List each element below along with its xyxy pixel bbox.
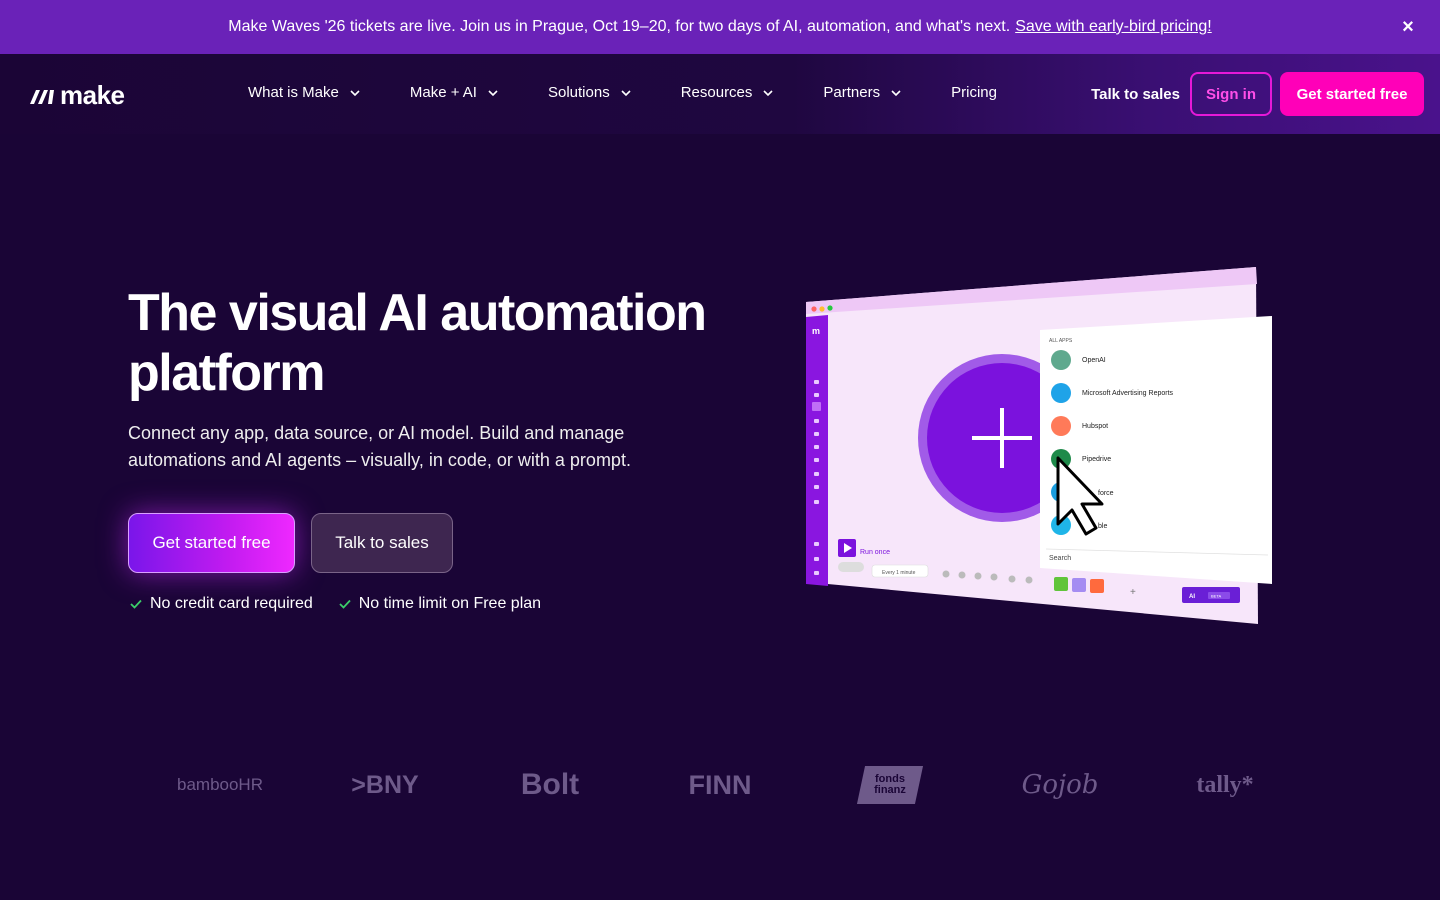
nav-item-label: Make + AI (409, 84, 477, 101)
app-name: Hubspot (1082, 423, 1108, 430)
get-started-nav-button[interactable]: Get started free (1280, 72, 1424, 116)
app-name: Microsoft Advertising Reports (1082, 390, 1174, 397)
nav-item-label: What is Make (248, 84, 339, 101)
nav-item-solutions[interactable]: Solutions (548, 84, 631, 101)
apps-panel (1040, 316, 1272, 584)
microsoft-advertising-icon (1051, 383, 1071, 403)
make-logo-icon (30, 89, 54, 104)
check-item: No credit card required (130, 595, 313, 613)
app-name: Pipedrive (1082, 456, 1111, 463)
window-dot-green (827, 305, 833, 311)
chevron-down-icon (763, 89, 773, 96)
nav-actions: Talk to sales Sign in Get started free (1091, 72, 1424, 116)
nav-menu: What is Make Make + AI Solutions Resourc… (248, 84, 1047, 101)
chevron-down-icon (891, 89, 901, 96)
banner-link[interactable]: Save with early-bird pricing! (1015, 18, 1212, 36)
make-logo[interactable]: make (30, 80, 125, 111)
talk-to-sales-link[interactable]: Talk to sales (1091, 86, 1180, 103)
nav-item-label: Solutions (547, 84, 610, 101)
nav-item-label: Pricing (951, 84, 997, 101)
check-item: No time limit on Free plan (339, 595, 541, 613)
svg-text:+: + (1130, 587, 1136, 598)
chevron-down-icon (350, 89, 360, 96)
openai-icon (1051, 350, 1071, 370)
check-label: No credit card required (150, 595, 313, 612)
nav-item-label: Partners (823, 84, 881, 101)
get-started-button[interactable]: Get started free (128, 513, 295, 573)
nav-item-label: Resources (680, 84, 753, 101)
announcement-banner: Make Waves '26 tickets are live. Join us… (0, 0, 1440, 54)
product-mockup: m Run once Every 1 minute + AI BETA ALL … (806, 267, 1272, 624)
bny-logo: > BNY (351, 770, 419, 799)
talk-to-sales-button[interactable]: Talk to sales (311, 513, 453, 573)
nav-item-partners[interactable]: Partners (823, 84, 901, 101)
app-name: force (1098, 490, 1114, 497)
hubspot-icon (1051, 416, 1071, 436)
hero-checks: No credit card required No time limit on… (130, 595, 567, 613)
nav-item-pricing[interactable]: Pricing (951, 84, 997, 101)
bolt-logo: Bolt (520, 768, 580, 801)
banner-text: Make Waves '26 tickets are live. Join us… (228, 18, 1011, 35)
bamboohr-logo: bambooHR (177, 775, 263, 794)
app-name: ble (1098, 523, 1107, 530)
search-label: Search (1049, 555, 1071, 562)
sign-in-button[interactable]: Sign in (1190, 72, 1272, 116)
svg-text:BETA: BETA (1211, 594, 1221, 599)
hero-subtitle: Connect any app, data source, or AI mode… (128, 423, 631, 470)
window-dot-yellow (819, 306, 825, 312)
bny-arrow-icon: > (351, 770, 366, 799)
logo-text: make (60, 80, 125, 110)
hero-title: The visual AI automation platform (128, 284, 707, 402)
apps-heading: ALL APPS (1049, 338, 1073, 344)
finn-logo: FINN (688, 769, 752, 800)
main-nav: make What is Make Make + AI Solutions Re… (0, 54, 1440, 134)
chevron-down-icon (488, 89, 498, 96)
app-name: OpenAI (1082, 357, 1106, 364)
checkmark-icon (130, 599, 142, 609)
tally-logo: tally* (1196, 771, 1254, 798)
fonds-finanz-logo: fonds finanz (855, 750, 925, 820)
run-once-label: Run once (860, 549, 890, 556)
customer-logos: bambooHR > BNY Bolt FINN fonds finanz Goj… (130, 750, 1310, 820)
schedule-toggle (838, 562, 864, 572)
checkmark-icon (339, 599, 351, 609)
sidebar-logo: m (812, 326, 820, 336)
schedule-label: Every 1 minute (882, 570, 916, 576)
close-icon[interactable]: × (1398, 17, 1418, 37)
window-dot-red (811, 306, 817, 312)
nav-item-resources[interactable]: Resources (681, 84, 774, 101)
gojob-logo: Gojob (1021, 770, 1099, 800)
nav-item-make-ai[interactable]: Make + AI (410, 84, 498, 101)
nav-item-what-is-make[interactable]: What is Make (248, 84, 360, 101)
check-label: No time limit on Free plan (358, 595, 542, 612)
svg-text:AI: AI (1189, 594, 1195, 600)
chevron-down-icon (621, 89, 631, 96)
